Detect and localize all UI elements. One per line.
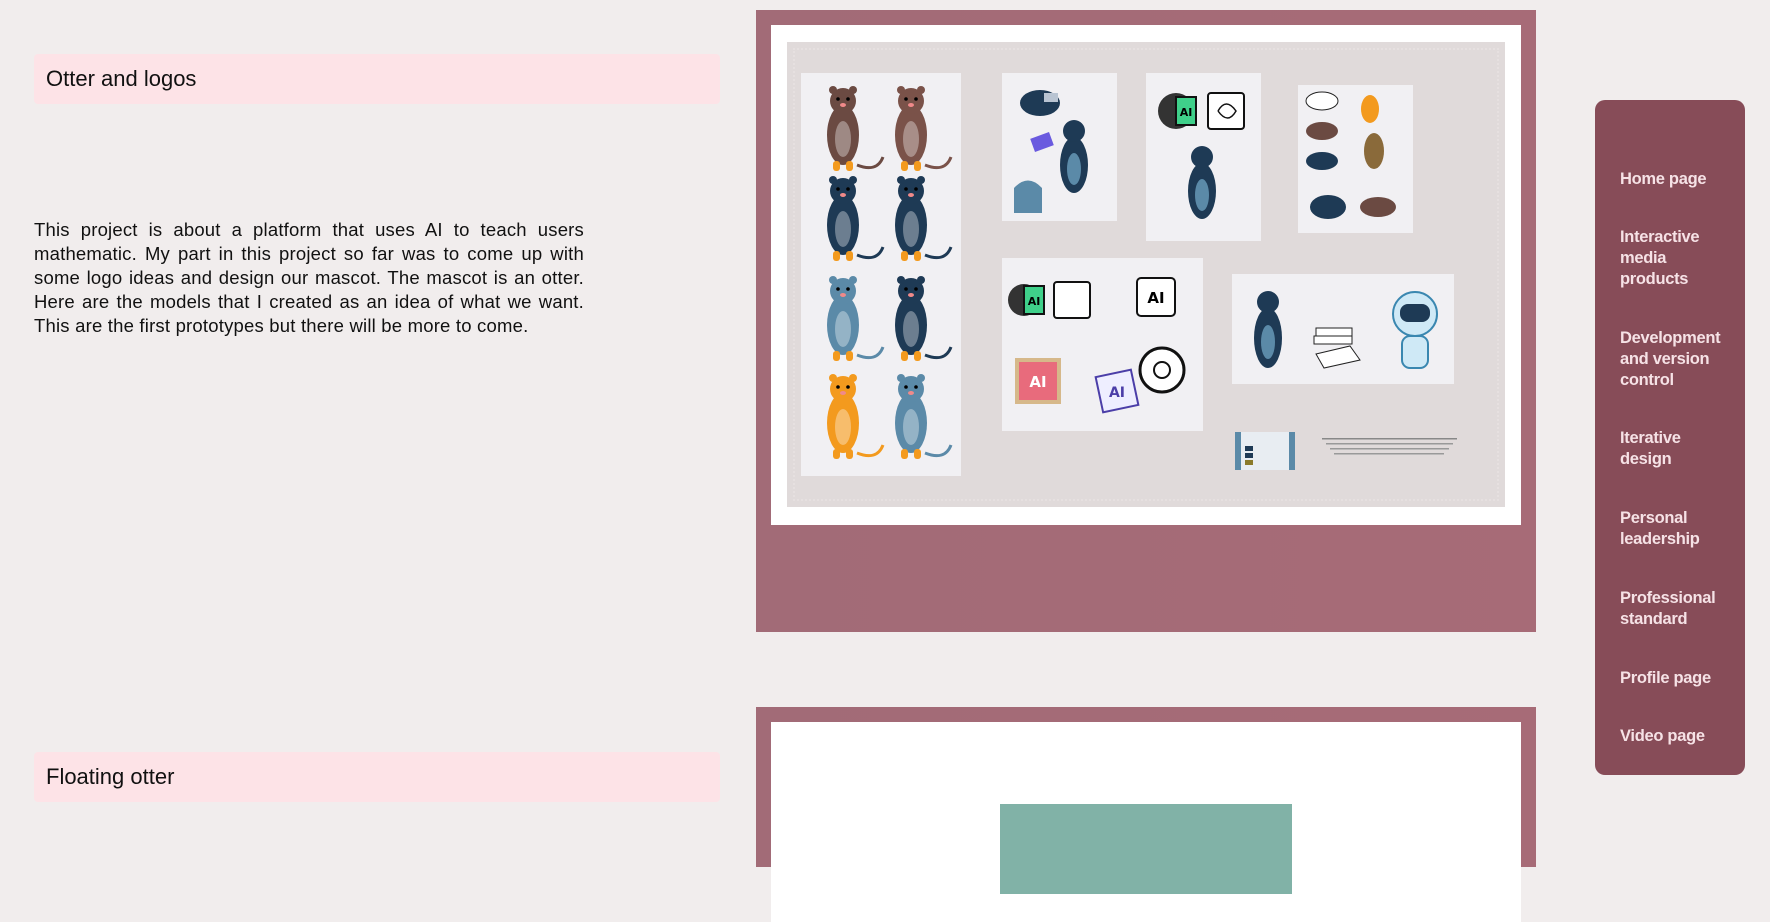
nav-iterative-design[interactable]: Iterative design <box>1620 428 1735 470</box>
svg-text:AI: AI <box>1109 385 1125 401</box>
otter-laptop-illustration <box>1014 90 1088 213</box>
svg-text:AI: AI <box>1028 295 1041 308</box>
section-title-floating-otter: Floating otter <box>34 752 720 802</box>
ai-logo-otter-panel: AI <box>1146 73 1261 241</box>
moodboard-canvas: AI AI AI AI AI <box>787 42 1505 507</box>
nav-professional-standard[interactable]: Professional standard <box>1620 588 1735 630</box>
ai-logos-illustration: AI AI AI AI <box>1008 277 1186 414</box>
otter-laptop-panel <box>1002 73 1117 221</box>
nav-interactive-media-products[interactable]: Interactive media products <box>1620 227 1735 290</box>
section-title-text: Otter and logos <box>46 66 197 91</box>
moodboard-image-frame: AI AI AI AI AI <box>756 10 1536 632</box>
otter-sketches-panel <box>1298 85 1413 233</box>
moodboard-image[interactable]: AI AI AI AI AI <box>771 25 1521 525</box>
color-palette-thumbnail <box>1235 432 1295 470</box>
svg-text:AI: AI <box>1180 106 1193 119</box>
otter-sketches-illustration <box>1305 91 1396 219</box>
floating-otter-preview-block <box>1000 804 1292 894</box>
floating-otter-image-frame <box>756 707 1536 922</box>
svg-text:AI: AI <box>1029 373 1046 391</box>
nav-development-and-version-control[interactable]: Development and version control <box>1620 328 1735 391</box>
otter-variants-illustration <box>825 84 953 461</box>
otter-variants-panel <box>801 73 961 476</box>
nav-profile-page[interactable]: Profile page <box>1620 668 1735 689</box>
section-title-text: Floating otter <box>46 764 175 789</box>
ai-chip-logo-illustration: AI <box>1158 92 1245 219</box>
section-title-otter-and-logos: Otter and logos <box>34 54 720 104</box>
nav-video-page[interactable]: Video page <box>1620 726 1735 747</box>
board-caption-lines <box>1322 438 1457 455</box>
nav-home-page[interactable]: Home page <box>1620 169 1735 190</box>
side-navigation: Home page Interactive media products Dev… <box>1595 100 1745 775</box>
floating-otter-image[interactable] <box>771 722 1521 922</box>
svg-text:AI: AI <box>1147 289 1164 307</box>
project-description: This project is about a platform that us… <box>34 219 584 336</box>
otter-robot-panel <box>1232 274 1454 384</box>
nav-personal-leadership[interactable]: Personal leadership <box>1620 508 1735 550</box>
otter-robot-illustration <box>1254 291 1438 369</box>
ai-logos-panel: AI AI AI AI <box>1002 258 1203 431</box>
